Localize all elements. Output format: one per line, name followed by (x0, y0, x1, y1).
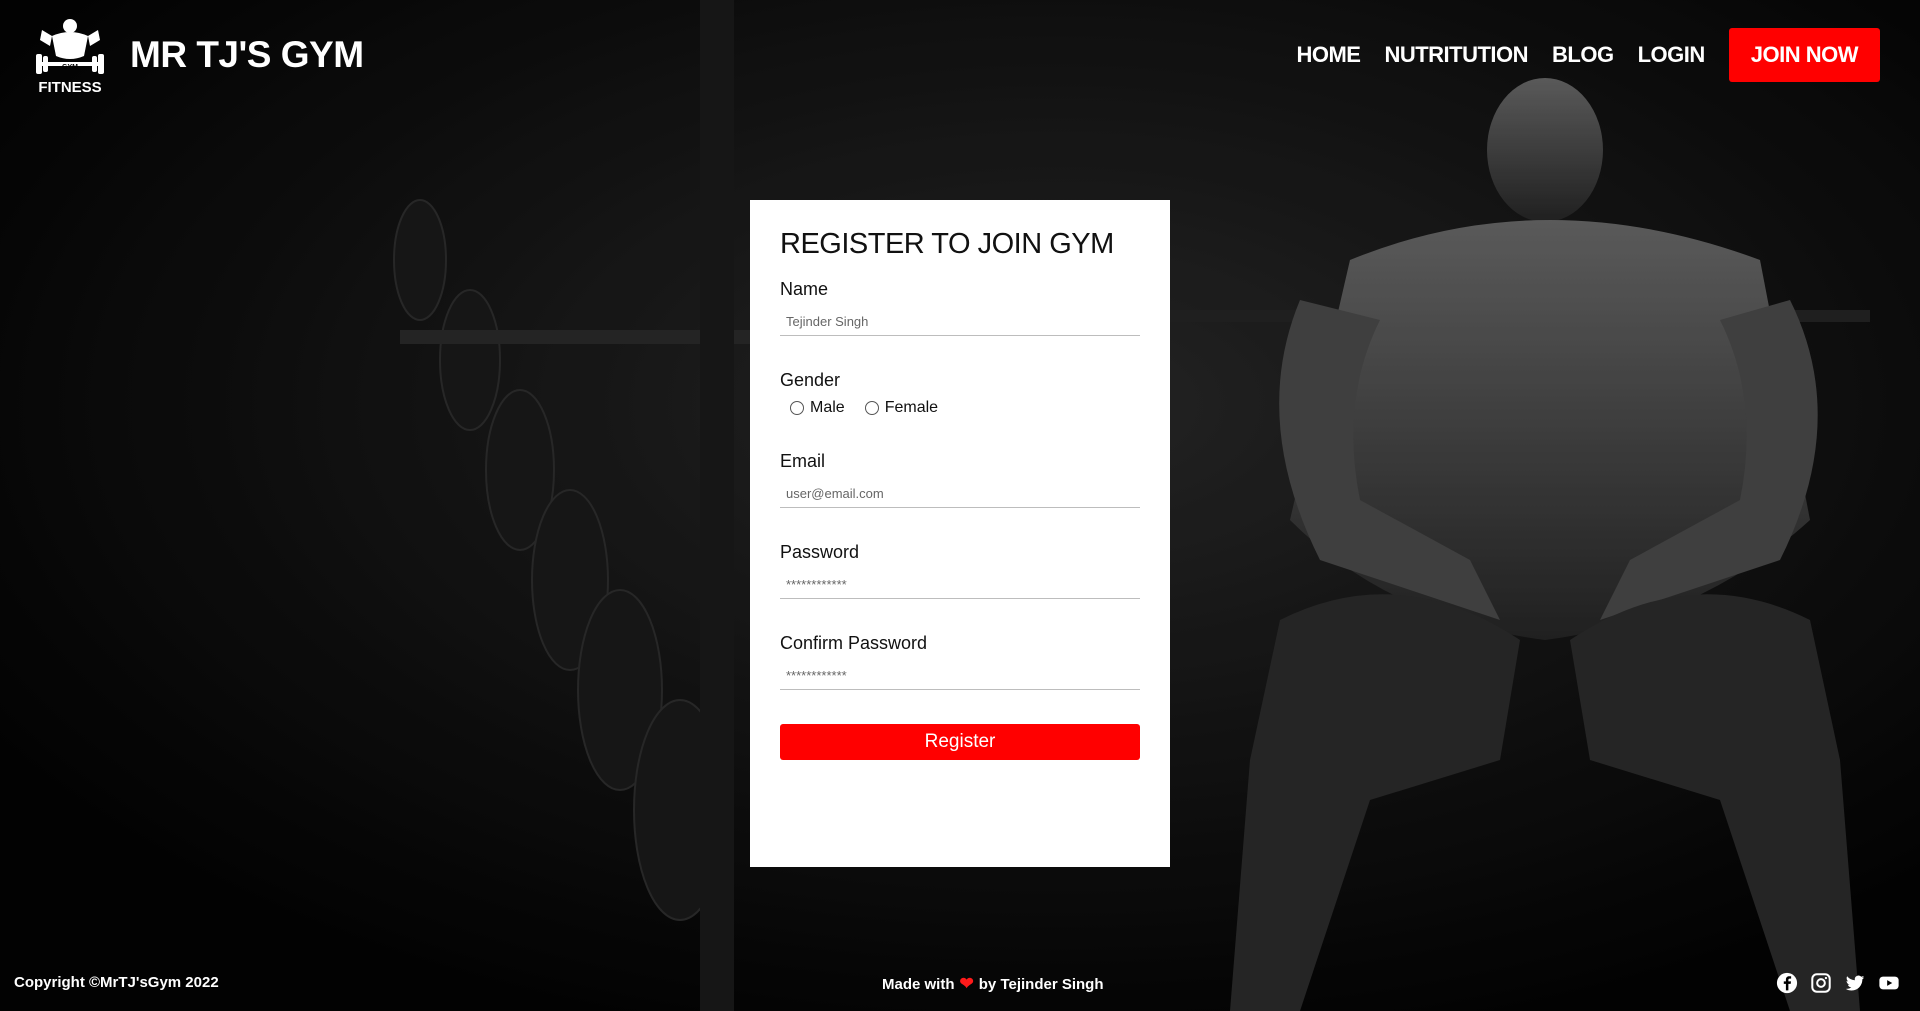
male-radio[interactable] (790, 401, 804, 415)
heart-icon: ❤ (959, 974, 974, 993)
register-button[interactable]: Register (780, 724, 1140, 760)
facebook-icon[interactable] (1776, 972, 1798, 994)
register-card: REGISTER TO JOIN GYM Name Gender Male Fe… (750, 200, 1170, 867)
email-label: Email (780, 451, 826, 471)
nav-nutrition[interactable]: NUTRITUTION (1384, 42, 1528, 68)
join-now-button[interactable]: JOIN NOW (1728, 28, 1880, 82)
confirm-password-input[interactable] (780, 662, 1140, 690)
twitter-icon[interactable] (1844, 972, 1866, 994)
made-with-text: Made with (882, 975, 955, 993)
youtube-icon[interactable] (1878, 972, 1900, 994)
password-label: Password (780, 542, 860, 562)
made-with-credit: Made with ❤ by Tejinder Singh (882, 974, 1104, 994)
gym-logo-icon: GYM FITNESS (36, 19, 104, 96)
copyright-text: Copyright ©MrTJ'sGym 2022 (14, 974, 219, 991)
gender-male-option[interactable]: Male (790, 399, 845, 417)
instagram-icon[interactable] (1810, 972, 1832, 994)
author-text: by Tejinder Singh (978, 975, 1104, 993)
gender-label: Gender (780, 370, 841, 390)
nav-home[interactable]: HOME (1296, 42, 1361, 68)
logo-text-fitness: FITNESS (38, 79, 101, 96)
brand-name[interactable]: MR TJ'S GYM (130, 34, 364, 76)
logo-text-gym: GYM (62, 64, 78, 71)
confirm-password-label: Confirm Password (780, 633, 928, 653)
email-input[interactable] (780, 480, 1140, 508)
female-label: Female (884, 399, 939, 416)
form-title: REGISTER TO JOIN GYM (780, 228, 1114, 260)
nav-login[interactable]: LOGIN (1638, 42, 1706, 68)
female-radio[interactable] (864, 401, 879, 415)
name-label: Name (780, 279, 829, 299)
nav-blog[interactable]: BLOG (1552, 42, 1614, 68)
main-nav: HOME NUTRITUTION BLOG LOGIN JOIN NOW (1272, 28, 1880, 82)
password-input[interactable] (780, 571, 1140, 599)
social-links (1764, 972, 1900, 994)
name-input[interactable] (780, 308, 1140, 336)
gender-female-option[interactable]: Female (864, 399, 939, 417)
brand-logo[interactable]: GYM FITNESS (30, 16, 110, 96)
gender-radio-group: Male Female (790, 399, 1140, 417)
male-label: Male (810, 399, 845, 416)
